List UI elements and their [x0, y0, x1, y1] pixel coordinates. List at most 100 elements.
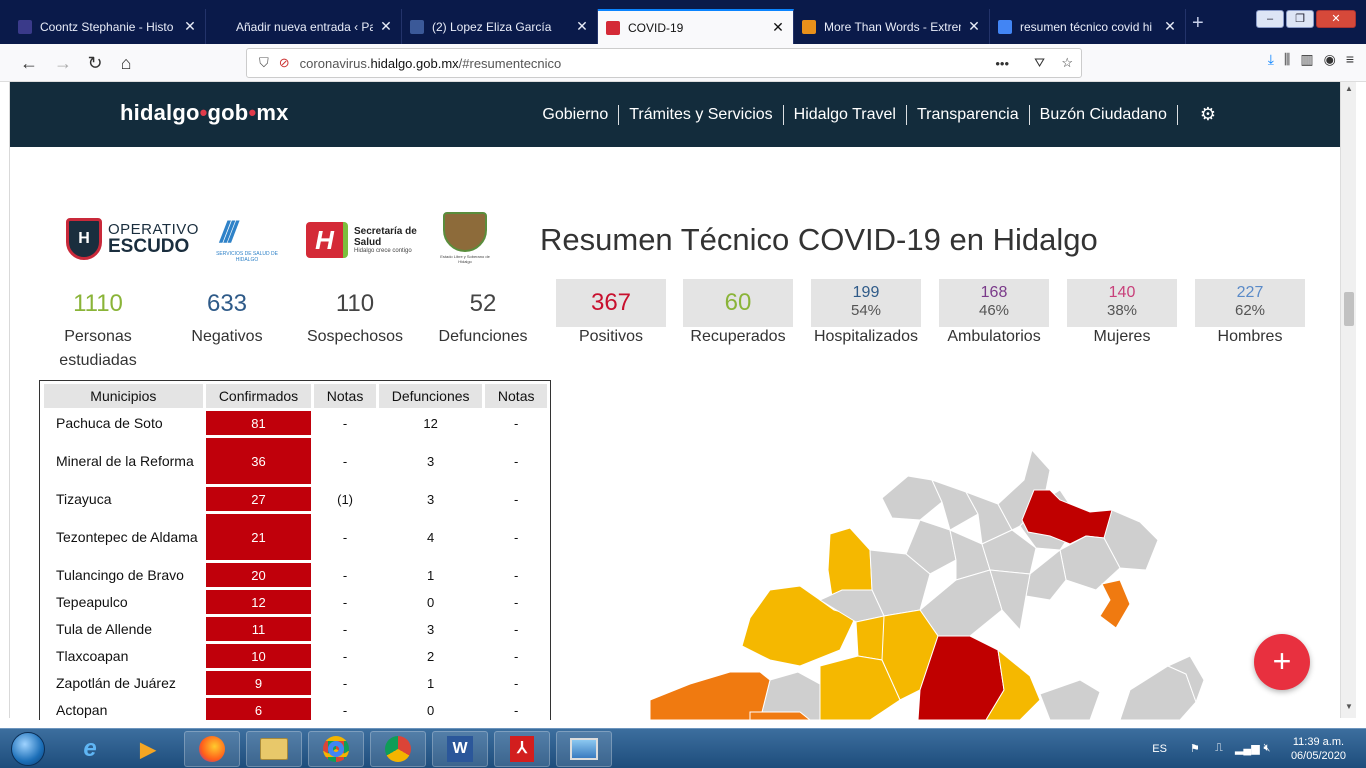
browser-tab[interactable]: Añadir nueva entrada ‹ Paradi ✕	[206, 9, 402, 44]
browser-tab[interactable]: COVID-19 ✕	[598, 9, 794, 44]
browser-tab[interactable]: resumen técnico covid hi ✕	[990, 9, 1186, 44]
table-cell-conf: 9	[205, 671, 312, 695]
library-icon[interactable]: ⫼	[1284, 51, 1290, 68]
back-arrow-icon[interactable]: ←	[18, 52, 40, 74]
map-municipio-shape[interactable]	[1119, 665, 1197, 720]
usb-icon[interactable]: ⎍	[1211, 742, 1227, 756]
pocket-icon[interactable]: ⛛	[1034, 55, 1045, 71]
site-menu-item[interactable]: Hidalgo Travel	[794, 106, 896, 124]
word-icon[interactable]: W	[432, 731, 488, 767]
network-signal-icon[interactable]: ▂▄▆	[1235, 742, 1260, 756]
sidebar-icon[interactable]: ▥	[1300, 51, 1313, 68]
stat-hospitalizados-value: 199	[852, 284, 880, 301]
table-cell-conf: 27	[205, 487, 312, 511]
language-indicator[interactable]: ES	[1152, 743, 1167, 755]
hamburger-menu-icon[interactable]: ≡	[1346, 51, 1354, 67]
map-municipio-shape[interactable]	[919, 569, 1003, 637]
table-cell-n2: -	[514, 567, 519, 583]
close-window-button[interactable]: ✕	[1316, 10, 1356, 28]
table-header-cell: Confirmados	[205, 384, 312, 408]
url-bar[interactable]: ⛉ ⊘ coronavirus.hidalgo.gob.mx/#resument…	[246, 48, 1082, 78]
toolbar-right: ⤓ ⫼ ▥ ◉ ≡	[1268, 44, 1354, 74]
window-controls: – ❐ ✕	[1256, 10, 1356, 28]
page-scrollbar[interactable]: ▲ ▼	[1340, 82, 1356, 718]
table-cell-n1: -	[342, 702, 348, 718]
tab-close-icon[interactable]: ✕	[967, 18, 981, 35]
stat-negativos-value: 633	[206, 290, 248, 317]
table-row: Tizayuca 27 (1) 3 -	[44, 487, 547, 511]
stat-hombres: 227 62%	[1195, 279, 1305, 327]
stat-hospitalizados-pct: 54%	[850, 302, 882, 319]
home-icon[interactable]: ⌂	[115, 52, 137, 74]
start-button[interactable]	[2, 729, 54, 768]
shield-icon[interactable]: ⛉	[259, 55, 269, 71]
map-municipio-shape[interactable]	[1099, 579, 1131, 629]
browser-tab[interactable]: More Than Words - Extren ✕	[794, 9, 990, 44]
download-icon[interactable]: ⤓	[1268, 51, 1274, 68]
site-menu-item[interactable]: Gobierno	[542, 106, 608, 124]
floating-add-button[interactable]: +	[1254, 634, 1310, 690]
escudo-label-top: OPERATIVO	[108, 221, 199, 238]
file-explorer-icon[interactable]	[246, 731, 302, 767]
reload-icon[interactable]: ↻	[84, 52, 106, 74]
scroll-up-arrow-icon[interactable]: ▲	[1341, 84, 1357, 98]
servicios-salud-logo: /// SERVICIOS DE SALUD DE HIDALGO	[212, 214, 282, 263]
site-menu-item[interactable]: Trámites y Servicios	[629, 106, 772, 124]
table-cell-def: 1	[427, 567, 435, 583]
table-cell-def: 4	[427, 529, 435, 545]
minimize-button[interactable]: –	[1256, 10, 1284, 28]
new-tab-button[interactable]: +	[1192, 12, 1204, 35]
tab-close-icon[interactable]: ✕	[575, 18, 589, 35]
media-player-icon[interactable]: ▶	[120, 731, 176, 767]
acrobat-icon[interactable]: ⅄	[494, 731, 550, 767]
ssh-mark-icon: ///	[220, 216, 237, 249]
table-cell-n2: -	[514, 529, 519, 545]
stat-recuperados: 60	[683, 279, 793, 327]
table-row: Actopan 6 - 0 -	[44, 698, 547, 720]
site-menu-item[interactable]: Transparencia	[917, 106, 1019, 124]
table-cell-conf: 11	[205, 617, 312, 641]
url-path: /#resumentecnico	[458, 55, 562, 71]
tab-close-icon[interactable]: ✕	[183, 18, 197, 35]
table-header-cell: Notas	[485, 384, 547, 408]
menu-separator	[905, 104, 907, 125]
tab-close-icon[interactable]: ✕	[771, 19, 785, 36]
site-logo[interactable]: hidalgo•gob•mx	[120, 100, 289, 126]
table-cell-n1: -	[342, 567, 348, 583]
page-actions-icon[interactable]: •••	[995, 56, 1009, 71]
browser-tab-bar: Coontz Stephanie - Histo ✕ Añadir nueva en…	[0, 0, 1366, 44]
firefox-icon[interactable]	[184, 731, 240, 767]
browser-tab[interactable]: Coontz Stephanie - Histo ✕	[10, 9, 206, 44]
photo-viewer-icon[interactable]	[556, 731, 612, 767]
scroll-down-arrow-icon[interactable]: ▼	[1341, 702, 1357, 716]
tab-favicon-icon	[802, 19, 816, 34]
stat-recuperados-label: Recuperados	[690, 328, 786, 345]
stat-sospechosos-label: Sospechosos	[306, 328, 404, 345]
menu-separator	[1028, 104, 1030, 125]
insecure-lock-icon[interactable]: ⊘	[279, 55, 290, 71]
internet-explorer-icon[interactable]: e	[62, 731, 118, 767]
tab-close-icon[interactable]: ✕	[1163, 18, 1177, 35]
volume-muted-icon[interactable]: 🔇︎	[1259, 742, 1275, 756]
hidalgo-municipios-map	[649, 448, 1205, 720]
url-domain: hidalgo.gob.mx	[370, 55, 459, 71]
table-cell-def: 3	[427, 491, 435, 507]
map-municipio-shape[interactable]	[749, 711, 811, 720]
forward-arrow-icon[interactable]: →	[52, 52, 74, 74]
menu-separator	[1176, 104, 1178, 125]
maximize-button[interactable]: ❐	[1286, 10, 1314, 28]
estado-caption: Estado Libre y Soberano de Hidalgo	[440, 254, 490, 264]
action-center-icon[interactable]: ⚑	[1187, 742, 1203, 756]
tab-close-icon[interactable]: ✕	[379, 18, 393, 35]
chrome-icon[interactable]	[308, 731, 364, 767]
site-menu-item[interactable]: Buzón Ciudadano	[1040, 106, 1167, 124]
scrollbar-thumb[interactable]	[1344, 292, 1354, 326]
gear-icon[interactable]: ⚙	[1200, 104, 1216, 125]
chrome-profile-icon[interactable]	[370, 731, 426, 767]
browser-tab[interactable]: (2) Lopez Eliza García ✕	[402, 9, 598, 44]
table-cell-mun: Tepeapulco	[56, 593, 128, 610]
system-clock[interactable]: 11:39 a.m. 06/05/2020	[1291, 735, 1346, 763]
bookmark-star-icon[interactable]: ☆	[1061, 55, 1073, 71]
account-icon[interactable]: ◉	[1324, 51, 1336, 68]
map-municipio-shape[interactable]	[1039, 679, 1101, 720]
